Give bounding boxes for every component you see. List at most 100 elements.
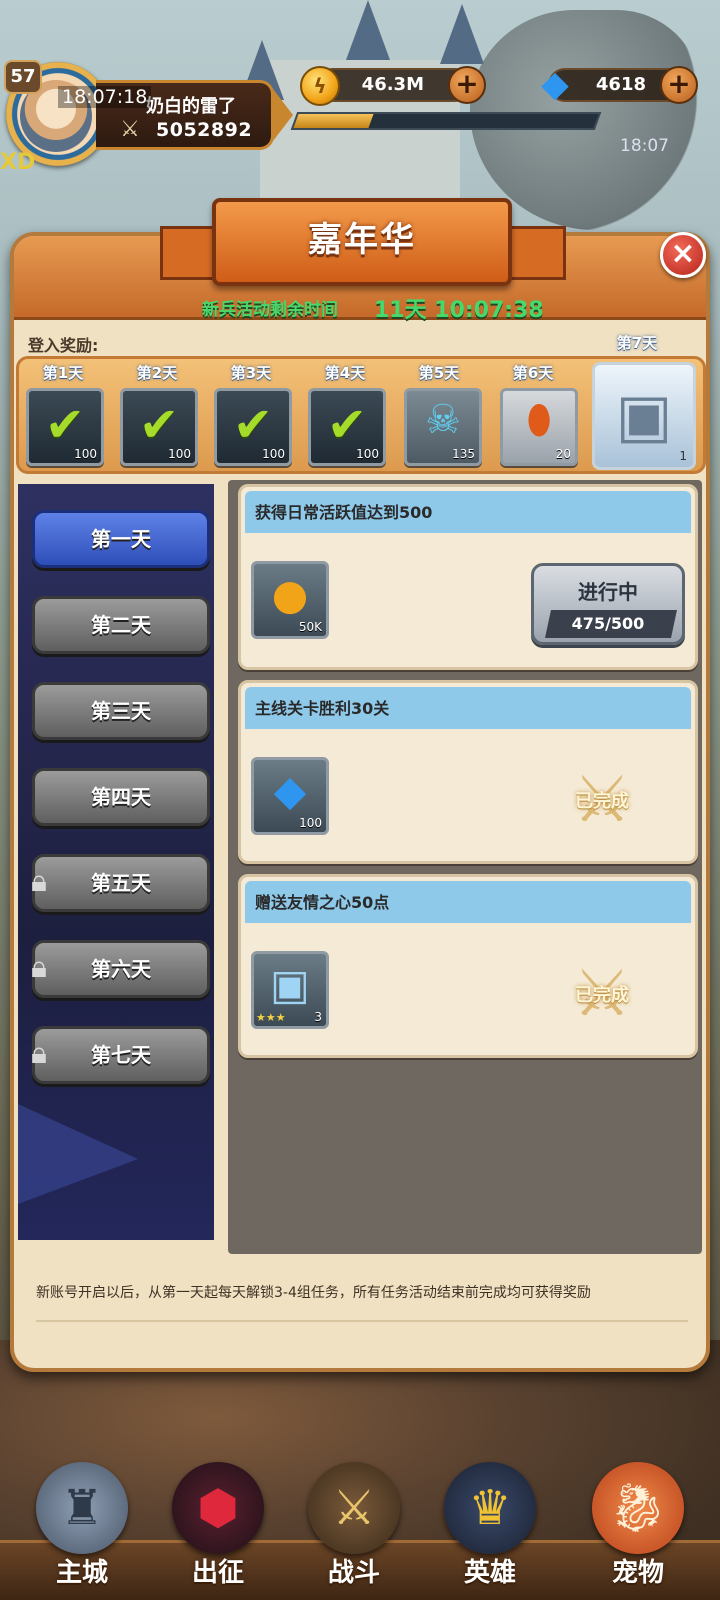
gold-coin-icon: ϟ xyxy=(300,66,340,106)
login-day-label: 第4天 xyxy=(324,364,366,382)
tab-day-5[interactable]: 第五天 xyxy=(32,854,210,912)
blue-gem-icon: ◆ xyxy=(273,766,307,815)
silver-chest-icon: ▣ xyxy=(270,960,310,1009)
check-icon: ✔ xyxy=(232,397,274,453)
login-day-label: 第5天 xyxy=(418,364,460,382)
tab-day-4[interactable]: 第四天 xyxy=(32,768,210,826)
login-reward-day5[interactable]: ☠ 135 xyxy=(404,388,482,466)
check-icon: ✔ xyxy=(44,397,86,453)
task-progress: 475/500 xyxy=(571,614,645,633)
login-day-label: 第1天 xyxy=(42,364,84,382)
task-status: 已完成 xyxy=(575,791,629,812)
rune-stone-icon: ⬮ xyxy=(526,397,552,443)
combat-power: 5052892 xyxy=(156,119,253,141)
nav-expedition[interactable]: ⬢ 出征 xyxy=(156,1452,280,1600)
castle-spire xyxy=(440,4,484,64)
close-icon: × xyxy=(670,236,696,271)
login-reward-day6[interactable]: ⬮ 20 xyxy=(500,388,578,466)
treasure-chest-icon: ▣ xyxy=(615,381,673,451)
timer-value: 11天 10:07:38 xyxy=(374,298,544,323)
login-day-label: 第7天 xyxy=(616,334,658,352)
reward-quantity: 100 xyxy=(356,447,379,461)
event-description: 新账号开启以后，从第一天起每天解锁3-4组任务，所有任务活动结束前完成均可获得奖… xyxy=(36,1285,591,1301)
tab-day-7[interactable]: 第七天 xyxy=(32,1026,210,1084)
nav-battle[interactable]: ⚔ 战斗 xyxy=(292,1452,416,1600)
corner-logo-text: XD xyxy=(0,150,36,175)
task-status: 已完成 xyxy=(575,985,629,1006)
login-day-label: 第3天 xyxy=(230,364,272,382)
reward-quantity: 50K xyxy=(298,620,322,634)
nav-label: 出征 xyxy=(191,1558,244,1588)
player-name: 奶白的雷了 xyxy=(146,96,236,117)
bottom-nav: ♜ 主城 ⬢ 出征 ⚔ 战斗 ♛ 英雄 🐉︎ 宠物 xyxy=(0,1452,720,1600)
expedition-icon: ⬢ xyxy=(172,1462,264,1554)
task-title: 赠送友情之心50点 xyxy=(255,893,390,912)
gem-amount: 4618 xyxy=(595,74,646,95)
nav-label: 主城 xyxy=(55,1558,108,1588)
login-reward-day3[interactable]: ✔ 100 xyxy=(214,388,292,466)
castle-tower-icon: ♜ xyxy=(36,1462,128,1554)
login-reward-day2[interactable]: ✔ 100 xyxy=(120,388,198,466)
level-badge: 57 xyxy=(4,60,42,94)
task-reward-slot[interactable]: ◆ 100 xyxy=(251,757,329,835)
task-card: 赠送友情之心50点 ▣ ★★★ 3 ⚔ 已完成 xyxy=(238,874,698,1058)
task-status: 进行中 xyxy=(578,580,638,604)
nav-heroes[interactable]: ♛ 英雄 xyxy=(428,1452,552,1600)
nav-label: 英雄 xyxy=(463,1558,516,1588)
time-overlay: 18:07:18 xyxy=(58,86,152,108)
in-progress-button[interactable]: 进行中 475/500 xyxy=(531,563,685,645)
add-gems-button[interactable]: + xyxy=(660,66,698,104)
reward-quantity: 1 xyxy=(679,449,687,463)
nav-label: 宠物 xyxy=(611,1558,664,1588)
castle-spire xyxy=(346,0,390,60)
tab-day-2[interactable]: 第二天 xyxy=(32,596,210,654)
check-icon: ✔ xyxy=(326,397,368,453)
login-reward-day1[interactable]: ✔ 100 xyxy=(26,388,104,466)
gold-coin-icon: ● xyxy=(271,570,309,619)
task-reward-slot[interactable]: ● 50K xyxy=(251,561,329,639)
reward-quantity: 100 xyxy=(262,447,285,461)
tab-day-3[interactable]: 第三天 xyxy=(32,682,210,740)
task-title: 主线关卡胜利30关 xyxy=(255,699,390,718)
lock-icon: 🔒︎ xyxy=(31,864,47,899)
close-button[interactable]: × xyxy=(660,232,706,278)
task-card: 主线关卡胜利30关 ◆ 100 ⚔ 已完成 xyxy=(238,680,698,864)
divider xyxy=(36,1320,688,1322)
lock-icon: 🔒︎ xyxy=(31,950,47,985)
star-rating: ★★★ xyxy=(256,1011,286,1024)
tab-day-6[interactable]: 第六天 xyxy=(32,940,210,998)
task-reward-slot[interactable]: ▣ ★★★ 3 xyxy=(251,951,329,1029)
task-title: 获得日常活跃值达到500 xyxy=(255,503,433,522)
tab-day-1[interactable]: 第一天 xyxy=(32,510,210,568)
skull-helmet-icon: ☠ xyxy=(425,397,461,443)
diamond-icon: ◆ xyxy=(541,64,569,105)
nav-label: 战斗 xyxy=(327,1558,380,1588)
panel-title: 嘉年华 xyxy=(308,220,416,260)
nav-pets[interactable]: 🐉︎ 宠物 xyxy=(576,1452,700,1600)
crossed-swords-icon: ⚔ xyxy=(120,117,140,142)
clock: 18:07 xyxy=(620,136,669,156)
reward-quantity: 100 xyxy=(168,447,191,461)
login-reward-day7[interactable]: ▣ 1 xyxy=(592,362,696,470)
hero-crest-icon: ♛ xyxy=(444,1462,536,1554)
experience-bar xyxy=(290,112,602,130)
login-reward-label: 登入奖励: xyxy=(28,336,99,355)
add-gold-button[interactable]: + xyxy=(448,66,486,104)
reward-quantity: 3 xyxy=(314,1010,322,1024)
reward-quantity: 100 xyxy=(74,447,97,461)
gold-amount: 46.3M xyxy=(361,74,424,95)
reward-quantity: 20 xyxy=(555,447,571,461)
login-day-label: 第6天 xyxy=(512,364,554,382)
nav-main-city[interactable]: ♜ 主城 xyxy=(20,1452,144,1600)
reward-quantity: 100 xyxy=(299,816,322,830)
task-card: 获得日常活跃值达到500 ● 50K 进行中 475/500 xyxy=(238,484,698,670)
lock-icon: 🔒︎ xyxy=(31,1036,47,1071)
login-day-label: 第2天 xyxy=(136,364,178,382)
pet-dragon-icon: 🐉︎ xyxy=(592,1462,684,1554)
reward-quantity: 135 xyxy=(452,447,475,461)
battle-shield-icon: ⚔ xyxy=(308,1462,400,1554)
check-icon: ✔ xyxy=(138,397,180,453)
login-reward-day4[interactable]: ✔ 100 xyxy=(308,388,386,466)
experience-fill xyxy=(293,114,374,128)
timer-label: 新兵活动剩余时间 xyxy=(202,300,338,320)
